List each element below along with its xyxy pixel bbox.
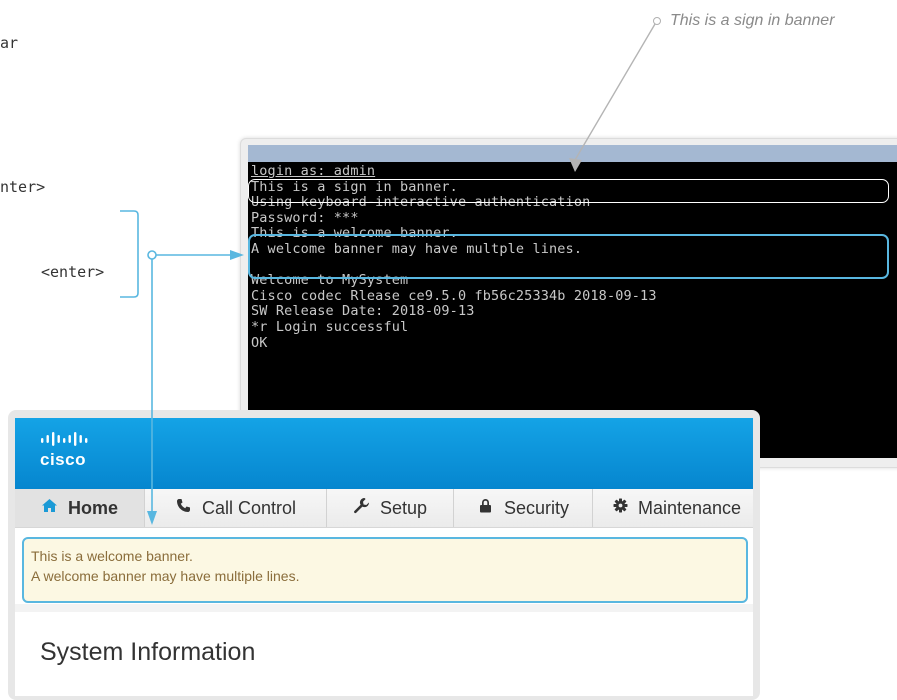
nav-tab-call-control[interactable]: Call Control [145,489,327,527]
nav-tab-label: Maintenance [638,497,742,518]
banner-separator [15,604,753,612]
gear-icon [611,498,629,518]
web-interface: cisco Home Call Control Setup Security M… [15,418,753,696]
main-nav: Home Call Control Setup Security Mainten… [15,489,753,528]
nav-tab-setup[interactable]: Setup [327,489,454,527]
nav-tab-label: Setup [379,497,428,518]
lock-icon [477,498,495,518]
terminal-line: OK [251,334,268,351]
nav-tab-home[interactable]: Home [15,489,145,527]
nav-tab-label: Home [67,497,118,518]
terminal-line: *r Login successful [251,318,409,335]
nav-tab-label: Call Control [201,497,297,518]
left-command-fragment-1: ar [0,34,19,52]
connector-dot [147,250,157,260]
nav-tab-security[interactable]: Security [454,489,593,527]
nav-tab-maintenance[interactable]: Maintenance [593,489,753,527]
welcome-banner: This is a welcome banner. A welcome bann… [22,537,748,603]
terminal-titlebar[interactable] [248,145,897,162]
wrench-icon [353,497,371,519]
web-header: cisco [15,418,753,489]
callout-dot [653,17,661,25]
sign-in-banner-highlight [248,179,889,203]
cisco-logo-bars-icon [41,432,88,446]
terminal-line: login as: admin [251,163,376,179]
nav-tab-label: Security [503,497,570,518]
left-command-fragment-3: <enter> [41,263,105,281]
home-icon [41,498,59,518]
sign-in-banner-callout: This is a sign in banner [670,12,835,29]
phone-icon [175,498,193,518]
welcome-banner-line: This is a welcome banner. [31,548,193,564]
cisco-logo-text: cisco [40,450,86,469]
terminal-line: SW Release Date: 2018-09-13 [251,303,475,320]
bracket-line [120,210,139,298]
welcome-banner-line: A welcome banner may have multiple lines… [31,568,300,584]
welcome-banner-highlight [248,234,889,279]
page-title: System Information [40,638,256,666]
left-command-fragment-2: nter> [0,178,46,196]
terminal-line: Cisco codec Rlease ce9.5.0 fb56c25334b 2… [251,287,657,304]
terminal-line: Password: *** [251,209,359,226]
